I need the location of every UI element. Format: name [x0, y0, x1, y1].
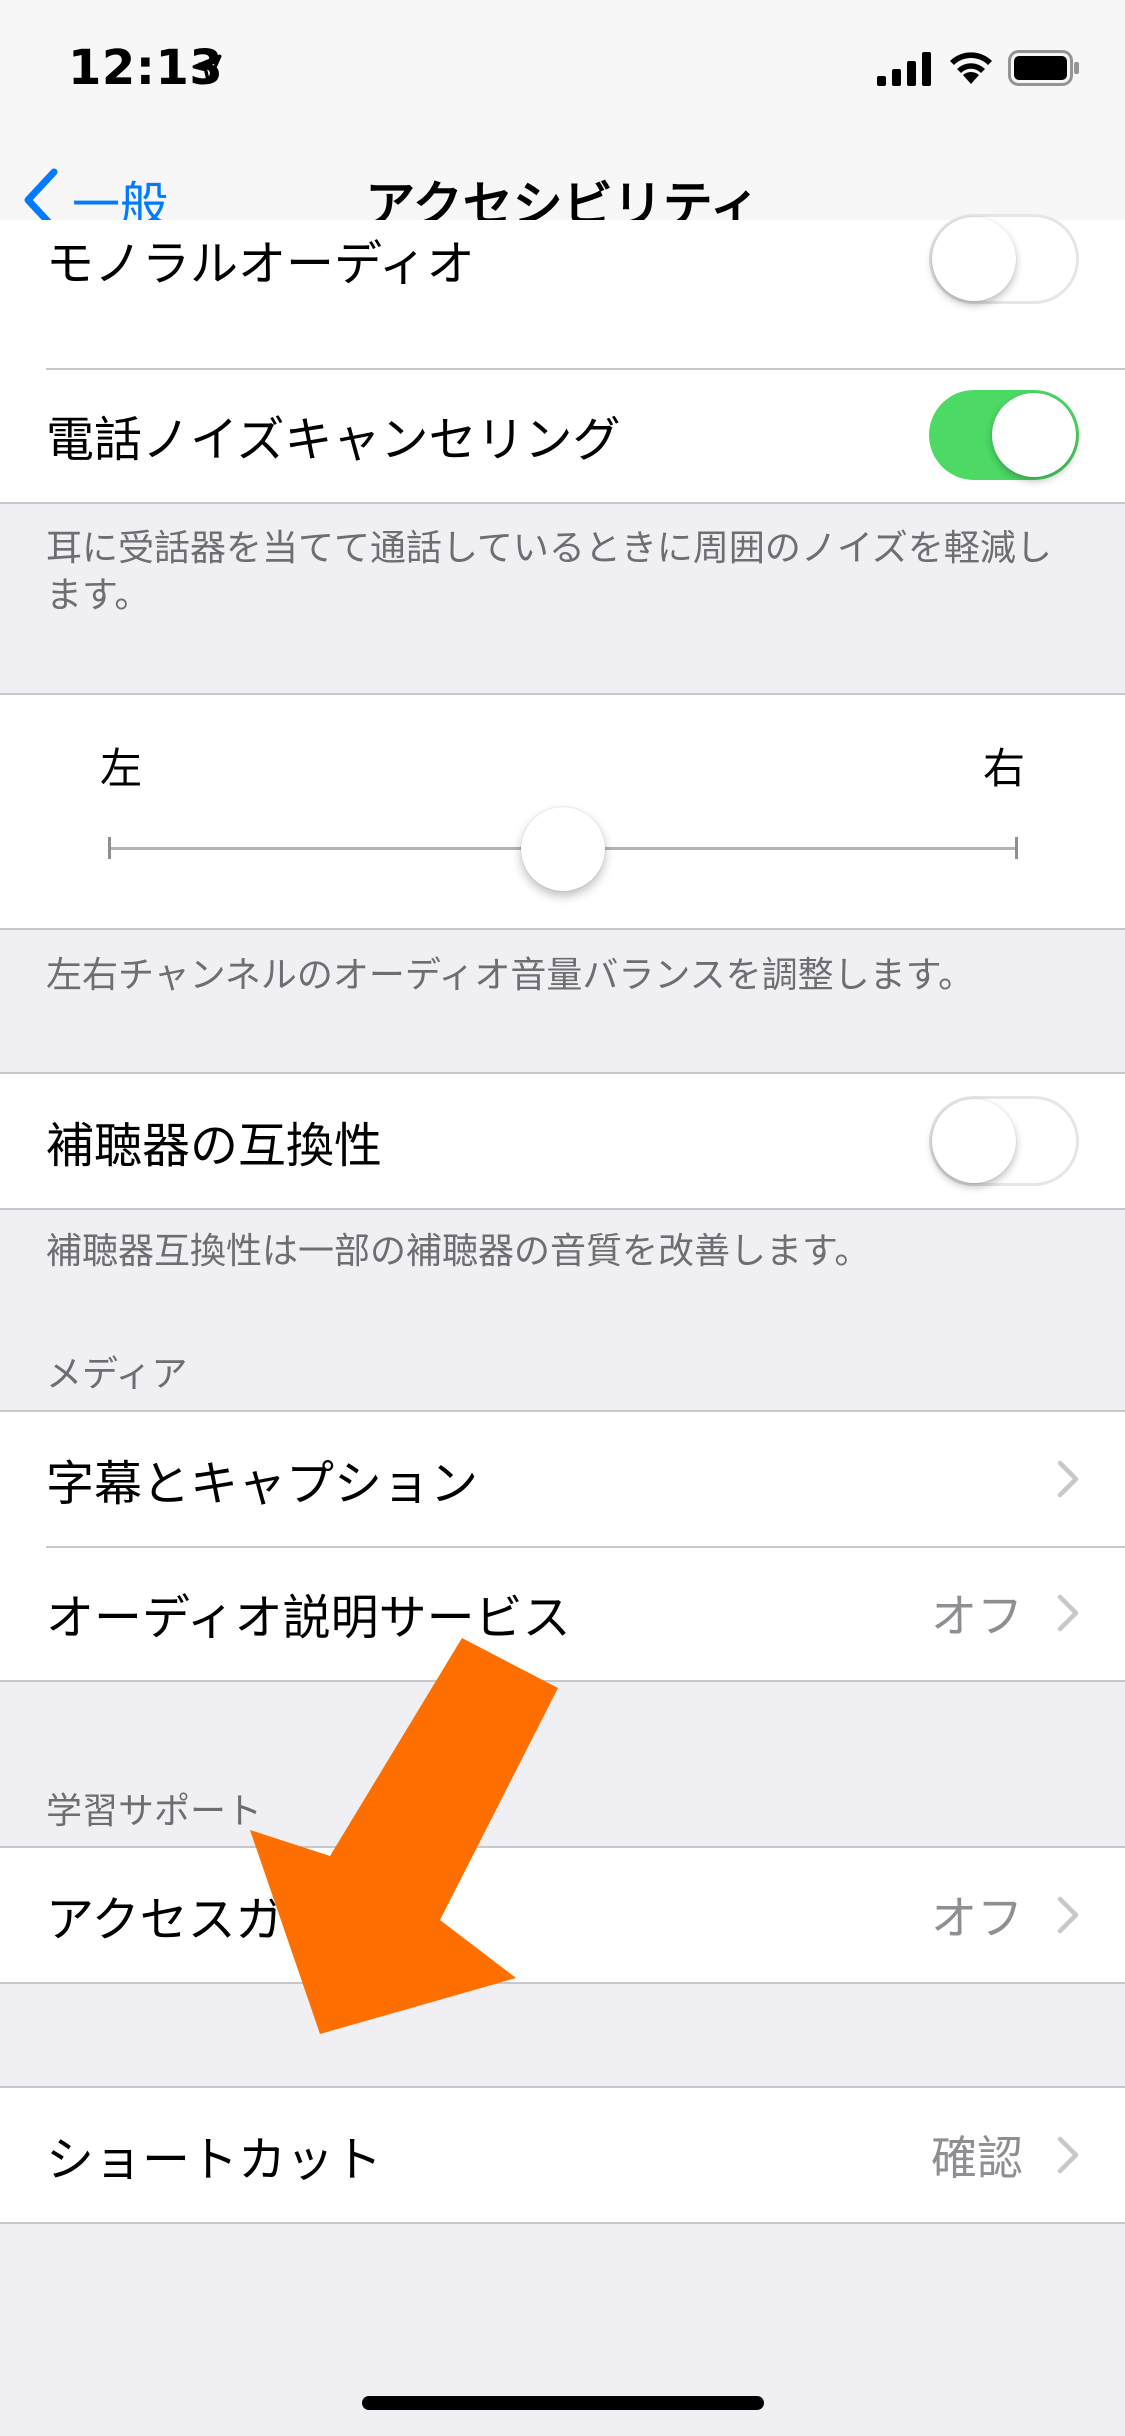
guided-access-row[interactable]: アクセスガイド オフ: [0, 1848, 1125, 1982]
chevron-right-icon: [1057, 2136, 1079, 2174]
captions-row[interactable]: 字幕とキャプション: [0, 1412, 1125, 1546]
battery-icon: [1008, 50, 1079, 86]
chevron-right-icon: [1057, 1594, 1079, 1632]
phone-noise-cancellation-label: 電話ノイズキャンセリング: [46, 412, 621, 468]
location-arrow-icon: [192, 54, 222, 84]
audio-settings-group: モノラルオーディオ 電話ノイズキャンセリング: [0, 214, 1125, 504]
balance-right-label: 右: [982, 744, 1025, 793]
hearing-aid-switch[interactable]: [929, 1096, 1079, 1186]
hearing-aid-row: 補聴器の互換性: [0, 1074, 1125, 1208]
guided-access-label: アクセスガイド: [46, 1892, 380, 1948]
balance-footer: 左右チャンネルのオーディオ音量バランスを調整します。: [46, 955, 975, 996]
balance-left-label: 左: [100, 744, 143, 793]
media-section-header: メディア: [46, 1354, 188, 1395]
audio-description-value: オフ: [931, 1589, 1023, 1643]
noise-cancellation-footer: 耳に受話器を当てて通話しているときに周囲のノイズを軽減します。: [46, 528, 1052, 616]
shortcut-label: ショートカット: [46, 2132, 383, 2188]
hearing-aid-group: 補聴器の互換性: [0, 1072, 1125, 1210]
chevron-right-icon: [1057, 1460, 1079, 1498]
wifi-icon: [950, 52, 992, 84]
chevron-right-icon: [1057, 1896, 1079, 1934]
learning-group: アクセスガイド オフ: [0, 1846, 1125, 1984]
media-group: 字幕とキャプション オーディオ説明サービス オフ: [0, 1410, 1125, 1682]
switch-knob: [932, 217, 1016, 301]
mono-audio-switch[interactable]: [929, 214, 1079, 304]
home-indicator: [362, 2396, 764, 2410]
mono-audio-row: モノラルオーディオ: [0, 214, 1125, 368]
hearing-aid-label: 補聴器の互換性: [46, 1118, 383, 1174]
learning-section-header: 学習サポート: [46, 1791, 263, 1832]
shortcut-row[interactable]: ショートカット 確認: [0, 2088, 1125, 2222]
balance-slider-group: 左 右: [0, 693, 1125, 930]
audio-description-row[interactable]: オーディオ説明サービス オフ: [0, 1546, 1125, 1680]
switch-knob: [992, 393, 1076, 477]
phone-noise-cancellation-switch[interactable]: [929, 390, 1079, 480]
shortcut-group: ショートカット 確認: [0, 2086, 1125, 2224]
phone-noise-cancellation-row: 電話ノイズキャンセリング: [0, 368, 1125, 502]
shortcut-value: 確認: [931, 2131, 1023, 2185]
balance-right-tick: [1015, 837, 1018, 859]
mono-audio-label: モノラルオーディオ: [46, 236, 475, 292]
switch-knob: [932, 1099, 1016, 1183]
hearing-aid-footer: 補聴器互換性は一部の補聴器の音質を改善します。: [46, 1231, 871, 1272]
balance-left-tick: [108, 837, 111, 859]
captions-label: 字幕とキャプション: [46, 1456, 479, 1512]
cellular-signal-icon: [877, 52, 931, 86]
balance-slider-thumb[interactable]: [521, 807, 605, 891]
audio-description-label: オーディオ説明サービス: [46, 1590, 571, 1646]
guided-access-value: オフ: [931, 1891, 1023, 1945]
orange-annotation-arrow-icon: [250, 1638, 558, 2034]
